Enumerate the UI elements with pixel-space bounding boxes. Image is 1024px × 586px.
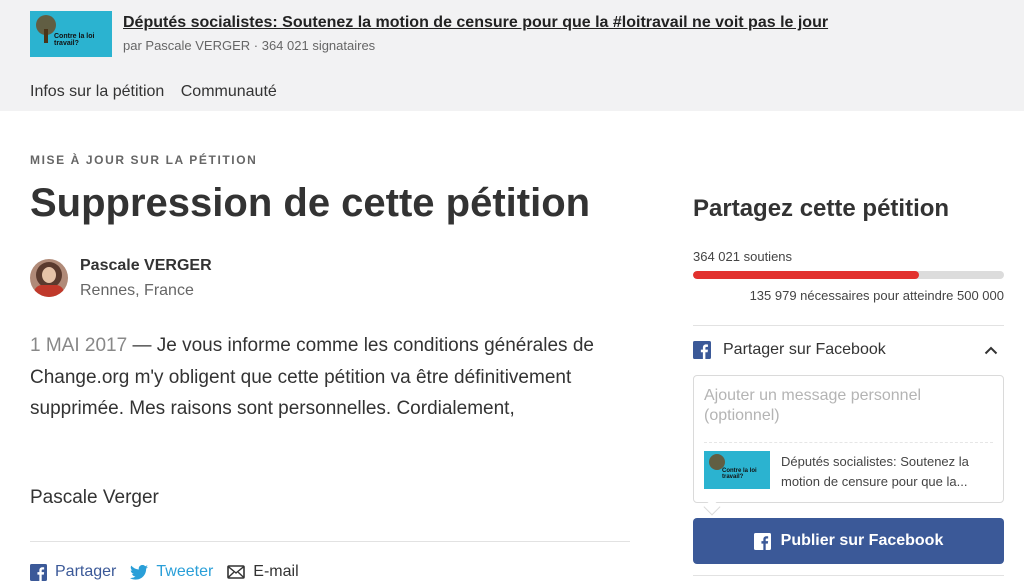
facebook-share-label: Partager sur Facebook xyxy=(723,341,886,358)
divider xyxy=(693,325,1004,326)
thumbnail-caption: Contre la loi travail? xyxy=(54,33,95,47)
share-heading: Partagez cette pétition xyxy=(693,195,950,222)
author-location: Rennes, France xyxy=(80,282,194,299)
preview-thumbnail: Contre la loi travail? xyxy=(704,451,770,489)
chevron-up-icon[interactable] xyxy=(984,346,998,355)
update-signature: Pascale Verger xyxy=(30,487,159,508)
divider xyxy=(693,575,1004,576)
facebook-icon xyxy=(753,532,771,550)
petition-thumbnail[interactable]: Contre la loi travail? xyxy=(30,11,112,57)
tab-communaute[interactable]: Communauté xyxy=(181,83,277,100)
divider xyxy=(30,541,630,542)
message-input-placeholder[interactable]: Ajouter un message personnel (optionnel) xyxy=(704,386,984,426)
progress-bar xyxy=(693,271,1004,279)
share-facebook-link[interactable]: Partager xyxy=(30,563,116,581)
update-body: 1 MAI 2017 — Je vous informe comme les c… xyxy=(30,330,630,425)
email-icon xyxy=(227,565,246,579)
supporters-count: 364 021 soutiens xyxy=(693,249,793,264)
page-title: Suppression de cette pétition xyxy=(30,181,591,225)
share-email-link[interactable]: E-mail xyxy=(227,563,299,581)
supporters-needed: 135 979 nécessaires pour atteindre 500 0… xyxy=(749,288,1004,303)
facebook-share-toggle[interactable]: Partager sur Facebook xyxy=(693,339,1004,361)
petition-subtitle: par Pascale VERGER · 364 021 signataires xyxy=(123,38,376,53)
petition-title-link[interactable]: Députés socialistes: Soutenez la motion … xyxy=(123,14,828,32)
twitter-icon xyxy=(130,564,149,580)
publish-facebook-button[interactable]: Publier sur Facebook xyxy=(693,518,1004,564)
author-name[interactable]: Pascale VERGER xyxy=(80,257,212,275)
petition-nav: Infos sur la pétition Communauté xyxy=(30,83,289,101)
share-twitter-link[interactable]: Tweeter xyxy=(130,563,213,581)
tab-infos[interactable]: Infos sur la pétition xyxy=(30,83,164,100)
facebook-icon xyxy=(693,341,711,359)
avatar[interactable] xyxy=(30,259,68,297)
update-date: 1 MAI 2017 xyxy=(30,335,128,356)
facebook-message-box[interactable]: Ajouter un message personnel (optionnel)… xyxy=(693,375,1004,503)
facebook-icon xyxy=(30,563,47,581)
preview-text: Députés socialistes: Soutenez la motion … xyxy=(781,454,969,489)
petition-header: Contre la loi travail? Députés socialist… xyxy=(0,0,1024,111)
update-kicker: MISE À JOUR SUR LA PÉTITION xyxy=(30,153,258,167)
progress-fill xyxy=(693,271,920,279)
share-bar: Partager Tweeter E-mail xyxy=(30,563,313,581)
